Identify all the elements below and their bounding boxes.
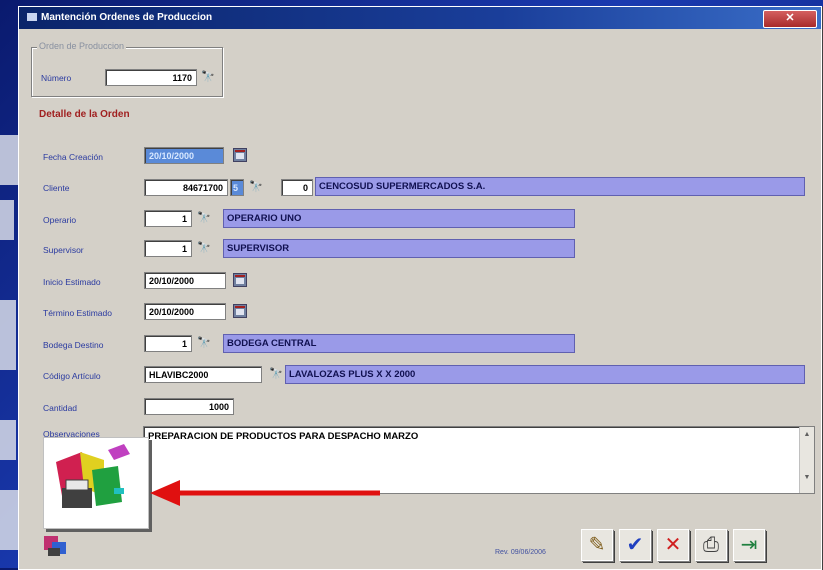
orden-group-title: Orden de Produccion [37, 41, 127, 51]
inicio-estimado-label: Inicio Estimado [43, 277, 101, 287]
cliente-nombre-display: CENCOSUD SUPERMERCADOS S.A. [315, 177, 805, 196]
binoculars-icon[interactable]: 🔭 [249, 181, 263, 193]
exit-button[interactable]: ⇥ [733, 529, 765, 561]
revision-label: Rev. 09/06/2006 [495, 549, 546, 556]
inicio-estimado-field[interactable]: 20/10/2000 [144, 272, 226, 289]
binoculars-icon[interactable]: 🔭 [201, 71, 215, 83]
checkmark-icon: ✔ [626, 534, 644, 556]
cantidad-label: Cantidad [43, 403, 78, 413]
x-icon: ✕ [664, 534, 682, 556]
bodega-code-field[interactable]: 1 [144, 335, 192, 352]
termino-estimado-field[interactable]: 20/10/2000 [144, 303, 226, 320]
articulo-nombre-display: LAVALOZAS PLUS X X 2000 [285, 365, 805, 384]
cliente-sucursal-field[interactable]: 0 [281, 179, 313, 196]
fecha-creacion-field[interactable]: 20/10/2000 [144, 147, 224, 164]
supervisor-label: Supervisor [43, 245, 84, 255]
background-shape [0, 300, 16, 370]
close-button[interactable]: ✕ [763, 10, 817, 28]
cliente-label: Cliente [43, 183, 70, 193]
binoculars-icon[interactable]: 🔭 [269, 368, 283, 380]
codigo-articulo-field[interactable]: HLAVIBC2000 [144, 366, 262, 383]
clear-button[interactable]: ✎ [581, 529, 613, 561]
supervisor-nombre-display: SUPERVISOR [223, 239, 575, 258]
cantidad-field[interactable]: 1000 [144, 398, 234, 415]
supervisor-code-field[interactable]: 1 [144, 240, 192, 257]
bodega-destino-label: Bodega Destino [43, 340, 104, 350]
print-button[interactable]: ⎙ [695, 529, 727, 561]
calendar-icon[interactable] [233, 148, 247, 162]
red-arrow-pointer [150, 480, 380, 506]
operario-label: Operario [43, 215, 77, 225]
binoculars-icon[interactable]: 🔭 [197, 212, 211, 224]
cliente-rut-field[interactable]: 84671700 [144, 179, 228, 196]
cliente-dv-field[interactable]: 5 [230, 179, 244, 196]
app-icon [27, 13, 37, 22]
cancel-button[interactable]: ✕ [657, 529, 689, 561]
numero-label: Número [41, 73, 72, 83]
termino-estimado-label: Término Estimado [43, 308, 112, 318]
observaciones-text: PREPARACION DE PRODUCTOS PARA DESPACHO M… [148, 431, 419, 442]
binoculars-icon[interactable]: 🔭 [197, 337, 211, 349]
numero-field[interactable]: 1170 [105, 69, 197, 86]
exit-door-icon: ⇥ [740, 534, 758, 556]
bodega-nombre-display: BODEGA CENTRAL [223, 334, 575, 353]
generate-report-large-icon [56, 444, 130, 508]
fecha-creacion-label: Fecha Creación [43, 152, 104, 162]
operario-code-field[interactable]: 1 [144, 210, 192, 227]
calendar-icon[interactable] [233, 273, 247, 287]
accept-button[interactable]: ✔ [619, 529, 651, 561]
printer-icon: ⎙ [703, 534, 719, 556]
background-shape [0, 200, 14, 240]
background-shape [0, 490, 18, 550]
vertical-scrollbar[interactable]: ▲ ▼ [799, 427, 814, 493]
enlarged-report-icon-callout [43, 437, 149, 529]
codigo-articulo-label: Código Artículo [43, 371, 101, 381]
background-shape [0, 135, 18, 185]
generate-report-icon[interactable] [42, 532, 72, 560]
operario-nombre-display: OPERARIO UNO [223, 209, 575, 228]
title-bar[interactable]: Mantención Ordenes de Produccion ✕ [19, 7, 821, 29]
detalle-title: Detalle de la Orden [39, 109, 130, 120]
binoculars-icon[interactable]: 🔭 [197, 242, 211, 254]
eraser-icon: ✎ [588, 534, 606, 556]
window-title: Mantención Ordenes de Produccion [41, 12, 213, 23]
calendar-icon[interactable] [233, 304, 247, 318]
background-shape [0, 420, 16, 460]
